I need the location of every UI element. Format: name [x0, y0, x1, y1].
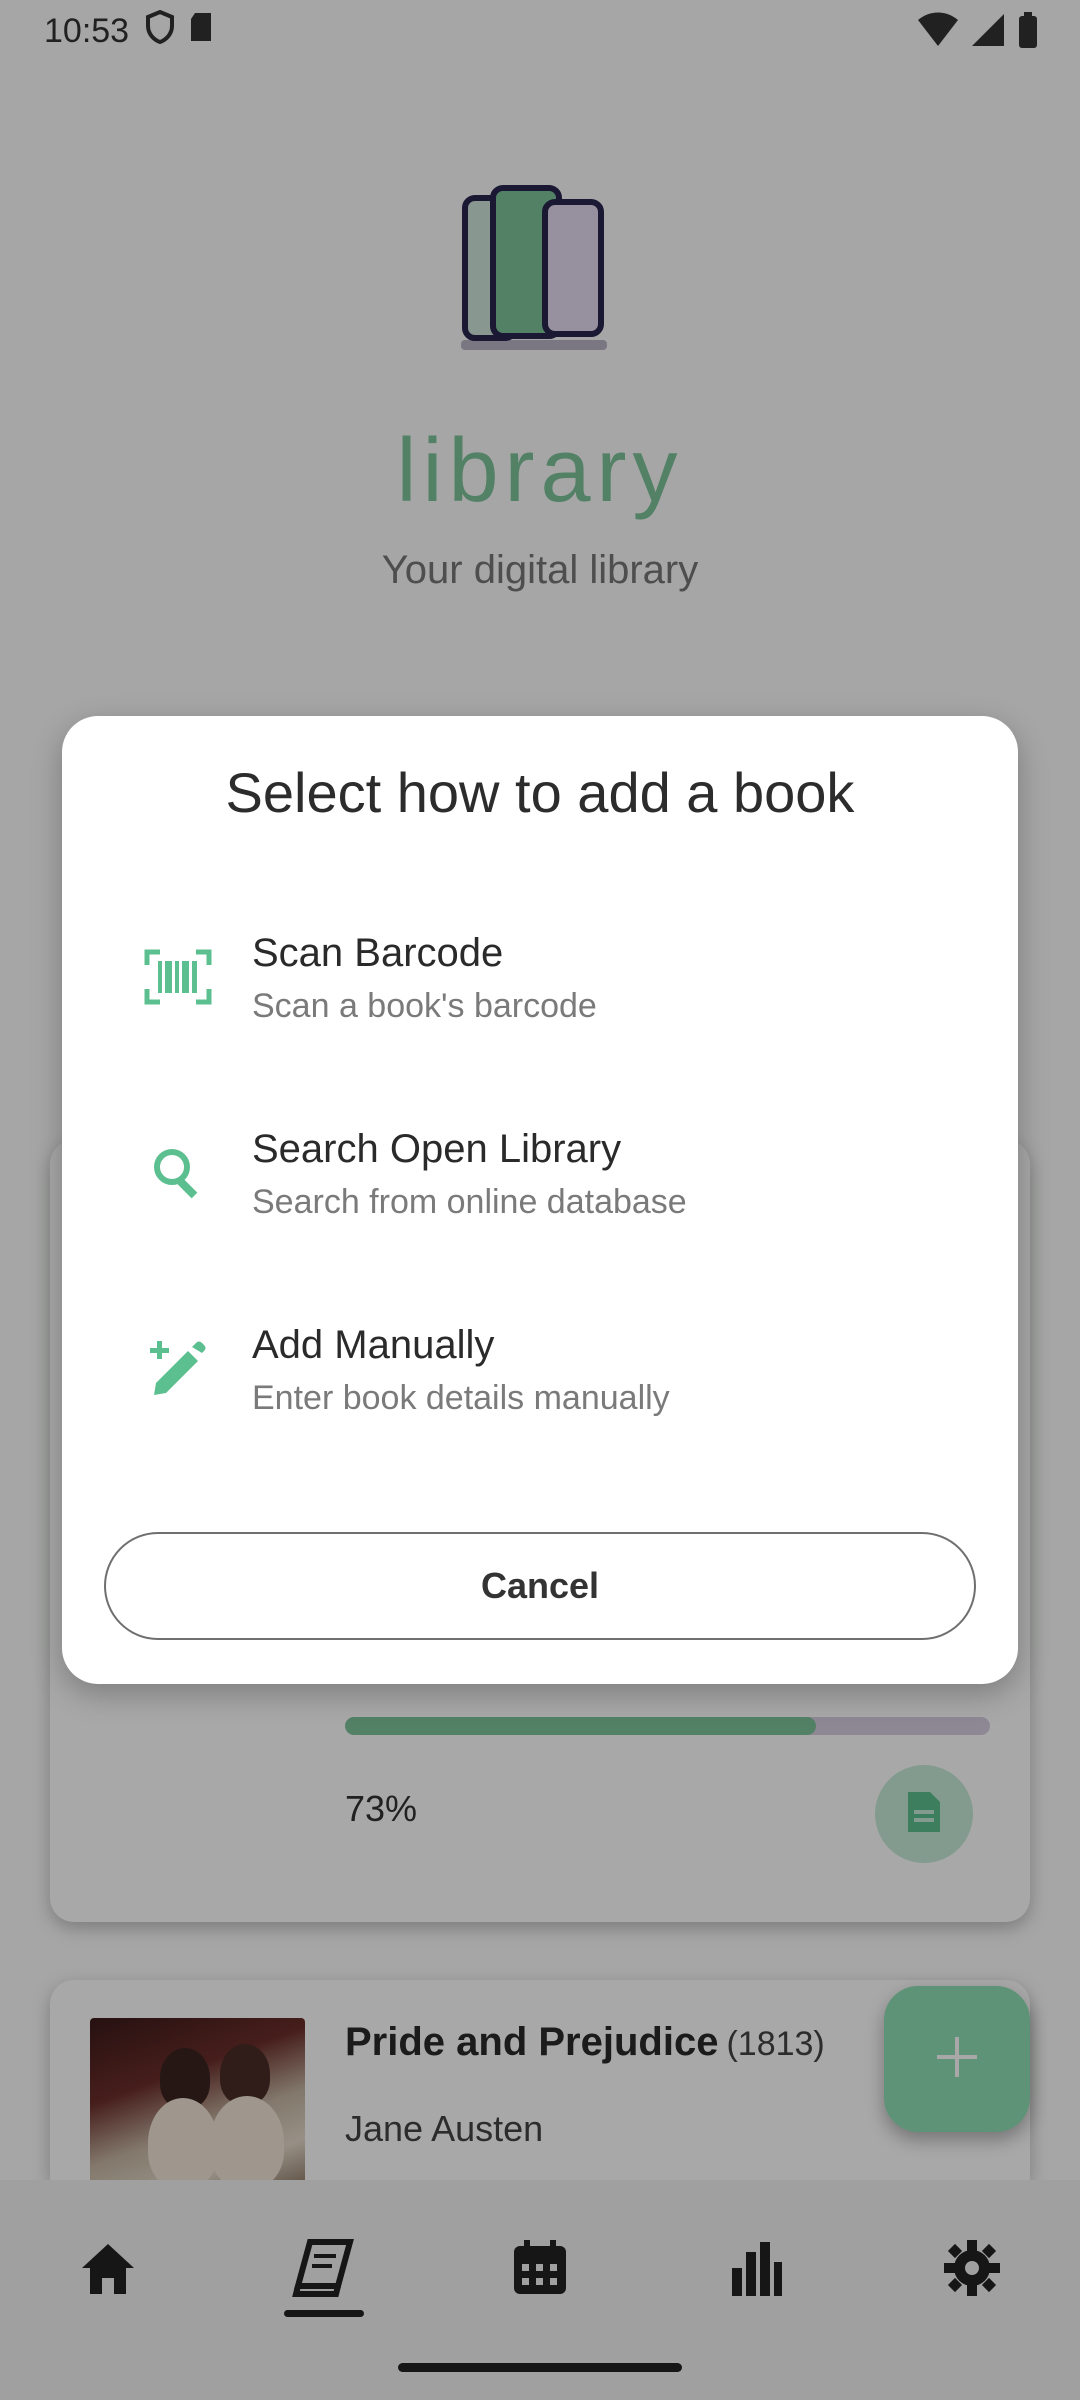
option-title: Search Open Library [252, 1127, 622, 1171]
cancel-button[interactable]: Cancel [104, 1532, 976, 1640]
add-book-dialog: Select how to add a book Scan Barcode Sc… [62, 716, 1018, 1684]
option-subtitle: Scan a book's barcode [252, 987, 597, 1025]
option-scan-barcode[interactable]: Scan Barcode Scan a book's barcode [82, 903, 998, 1053]
option-title: Scan Barcode [252, 931, 504, 975]
pencil-plus-icon [142, 1333, 214, 1405]
option-subtitle: Enter book details manually [252, 1379, 670, 1417]
dialog-title: Select how to add a book [225, 761, 855, 824]
barcode-scan-icon [142, 941, 214, 1013]
search-icon [142, 1137, 214, 1209]
option-search-open-library[interactable]: Search Open Library Search from online d… [82, 1099, 998, 1249]
option-subtitle: Search from online database [252, 1183, 687, 1221]
option-add-manually[interactable]: Add Manually Enter book details manually [82, 1295, 998, 1445]
option-title: Add Manually [252, 1323, 495, 1367]
